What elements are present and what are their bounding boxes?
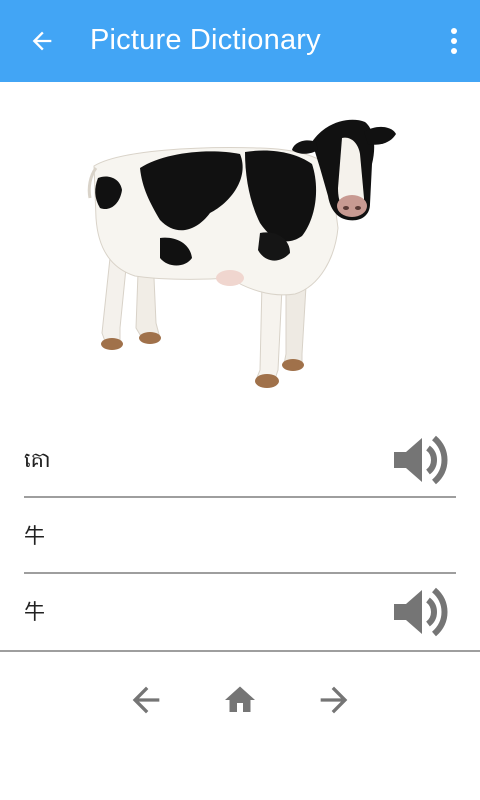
- next-button[interactable]: [312, 678, 356, 722]
- overflow-menu-button[interactable]: [442, 21, 466, 61]
- word-text: 牛: [24, 524, 45, 548]
- word-text: គោ: [24, 448, 51, 472]
- app-bar: Picture Dictionary: [0, 0, 480, 82]
- word-row-3: 牛: [24, 574, 456, 650]
- divider: [0, 650, 480, 652]
- arrow-back-icon: [32, 31, 52, 51]
- volume-icon: [394, 587, 448, 637]
- more-vert-icon: [451, 28, 457, 54]
- word-text: 牛: [24, 600, 45, 624]
- word-row-1: គោ: [24, 422, 456, 498]
- back-button[interactable]: [22, 21, 62, 61]
- volume-icon: [394, 435, 448, 485]
- arrow-left-icon: [132, 686, 160, 714]
- play-audio-button[interactable]: [392, 584, 448, 640]
- cow-image: [87, 119, 396, 388]
- page-title: Picture Dictionary: [90, 24, 321, 56]
- home-icon: [225, 686, 255, 712]
- word-row-2: 牛: [24, 498, 456, 574]
- arrow-right-icon: [320, 686, 348, 714]
- play-audio-button[interactable]: [392, 432, 448, 488]
- previous-button[interactable]: [124, 678, 168, 722]
- home-button[interactable]: [218, 678, 262, 722]
- word-picture: [80, 108, 400, 398]
